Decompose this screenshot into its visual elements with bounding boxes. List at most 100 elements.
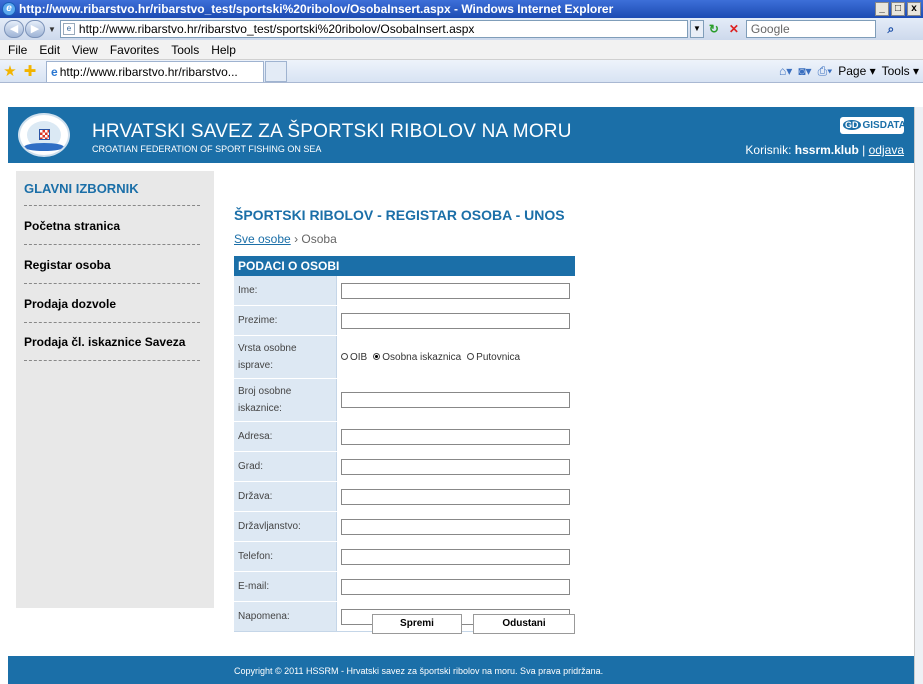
form-heading: PODACI O OSOBI [234, 256, 575, 276]
search-icon[interactable]: ⌕ [880, 20, 902, 38]
form-row: Adresa: [234, 422, 575, 452]
form-row: Telefon: [234, 542, 575, 572]
broj-iskaznice-input[interactable] [341, 392, 570, 408]
federation-logo [18, 113, 70, 157]
back-button[interactable]: ◀ [4, 20, 24, 38]
ie-logo-icon: e [2, 2, 16, 16]
favorites-star-icon[interactable]: ★ [0, 62, 20, 80]
favorites-bar: ★ ✚ e http://www.ribarstvo.hr/ribarstvo..… [0, 60, 923, 83]
menu-file[interactable]: File [2, 43, 33, 57]
search-input[interactable]: Google [745, 20, 876, 38]
breadcrumb: Sve osobe › Osoba [234, 232, 337, 246]
feeds-icon[interactable]: ◙▾ [798, 64, 811, 78]
drzavljanstvo-input[interactable] [341, 518, 570, 535]
close-button[interactable]: x [907, 2, 921, 16]
field-label: Adresa: [234, 422, 336, 451]
sidebar-item-iskaznice[interactable]: Prodaja čl. iskaznice Saveza [24, 335, 200, 349]
grad-input[interactable] [341, 458, 570, 475]
browser-tab[interactable]: e http://www.ribarstvo.hr/ribarstvo... [46, 60, 264, 82]
tab-page-icon: e [51, 64, 58, 79]
username: hssrm.klub [794, 143, 859, 157]
menu-bar: File Edit View Favorites Tools Help [0, 40, 923, 60]
save-button[interactable]: Spremi [372, 614, 462, 634]
site-header: HRVATSKI SAVEZ ZA ŠPORTSKI RIBOLOV NA MO… [8, 107, 914, 163]
menu-view[interactable]: View [66, 43, 104, 57]
document-type-radio-group: OIB Osobna iskaznica Putovnica [341, 352, 520, 363]
user-label: Korisnik: [745, 143, 792, 157]
forward-button[interactable]: ▶ [25, 20, 45, 38]
prezime-input[interactable] [341, 312, 570, 329]
window-controls: _ □ x [875, 2, 923, 16]
site-title: HRVATSKI SAVEZ ZA ŠPORTSKI RIBOLOV NA MO… [92, 121, 572, 142]
form-row: E-mail: [234, 572, 575, 602]
divider [24, 244, 200, 245]
menu-edit[interactable]: Edit [33, 43, 66, 57]
field-label: Vrsta osobne isprave: [234, 336, 336, 378]
field-label: Država: [234, 482, 336, 511]
page-menu[interactable]: Page ▾ [838, 64, 875, 78]
breadcrumb-separator: › [294, 232, 299, 246]
sidebar-item-registar[interactable]: Registar osoba [24, 258, 200, 272]
window-titlebar: e http://www.ribarstvo.hr/ribarstvo_test… [0, 0, 923, 18]
form-row: Državljanstvo: [234, 512, 575, 542]
form-row: Grad: [234, 452, 575, 482]
home-icon[interactable]: ⌂▾ [779, 64, 792, 78]
breadcrumb-current: Osoba [301, 232, 337, 246]
command-bar: ⌂▾ ◙▾ ⎙▾ Page ▾ Tools ▾ [779, 64, 923, 79]
sidebar: GLAVNI IZBORNIK Početna stranica Regista… [16, 171, 214, 608]
telefon-input[interactable] [341, 548, 570, 565]
new-tab-button[interactable] [265, 60, 287, 82]
cancel-button[interactable]: Odustani [473, 614, 575, 634]
divider [24, 360, 200, 361]
minimize-button[interactable]: _ [875, 2, 889, 16]
menu-tools[interactable]: Tools [165, 43, 205, 57]
print-icon[interactable]: ⎙▾ [818, 64, 833, 79]
field-label: Telefon: [234, 542, 336, 571]
adresa-input[interactable] [341, 428, 570, 445]
ime-input[interactable] [341, 282, 570, 299]
form-row: Prezime: [234, 306, 575, 336]
refresh-icon[interactable]: ↻ [704, 20, 724, 38]
field-label: Prezime: [234, 306, 336, 335]
field-label: Grad: [234, 452, 336, 481]
maximize-button[interactable]: □ [891, 2, 905, 16]
add-favorite-icon[interactable]: ✚ [20, 62, 40, 80]
page-title: ŠPORTSKI RIBOLOV - REGISTAR OSOBA - UNOS [234, 207, 565, 223]
form-row: Broj osobne iskaznice: [234, 379, 575, 422]
email-input[interactable] [341, 578, 570, 595]
radio-putovnica[interactable]: Putovnica [467, 352, 520, 363]
form-row: Država: [234, 482, 575, 512]
url-dropdown-icon[interactable]: ▼ [689, 20, 704, 38]
person-form: PODACI O OSOBI Ime: Prezime: Vrsta osobn… [234, 256, 575, 632]
site-subtitle: CROATIAN FEDERATION OF SPORT FISHING ON … [92, 144, 322, 154]
sidebar-heading: GLAVNI IZBORNIK [24, 181, 139, 196]
divider [24, 322, 200, 323]
stop-icon[interactable]: ✕ [724, 20, 744, 38]
user-separator: | [862, 143, 866, 157]
address-bar: ◀ ▶ ▼ e http://www.ribarstvo.hr/ribarstv… [0, 18, 923, 40]
radio-osobna-iskaznica[interactable]: Osobna iskaznica [373, 352, 461, 363]
logout-link[interactable]: odjava [869, 143, 904, 157]
gisdata-logo[interactable]: GD GISDATA [840, 117, 906, 134]
field-label: E-mail: [234, 572, 336, 601]
footer: Copyright © 2011 HSSRM - Hrvatski savez … [8, 656, 914, 684]
field-label: Broj osobne iskaznice: [234, 379, 336, 421]
menu-favorites[interactable]: Favorites [104, 43, 165, 57]
menu-help[interactable]: Help [205, 43, 242, 57]
sidebar-item-pocetna[interactable]: Početna stranica [24, 219, 200, 233]
url-text[interactable]: http://www.ribarstvo.hr/ribarstvo_test/s… [79, 22, 475, 36]
user-info: Korisnik: hssrm.klub | odjava [745, 143, 904, 157]
page-icon: e [62, 23, 75, 35]
history-dropdown-icon[interactable]: ▼ [48, 25, 56, 34]
tools-menu[interactable]: Tools ▾ [882, 64, 919, 78]
field-label: Napomena: [234, 602, 336, 631]
vertical-scrollbar[interactable] [914, 107, 923, 684]
tab-label: http://www.ribarstvo.hr/ribarstvo... [59, 64, 238, 79]
url-input[interactable]: e http://www.ribarstvo.hr/ribarstvo_test… [59, 20, 688, 38]
sidebar-item-dozvole[interactable]: Prodaja dozvole [24, 297, 200, 311]
radio-oib[interactable]: OIB [341, 352, 367, 363]
breadcrumb-link[interactable]: Sve osobe [234, 232, 291, 246]
drzava-input[interactable] [341, 488, 570, 505]
form-row: Ime: [234, 276, 575, 306]
form-row: Vrsta osobne isprave: OIB Osobna iskazni… [234, 336, 575, 379]
